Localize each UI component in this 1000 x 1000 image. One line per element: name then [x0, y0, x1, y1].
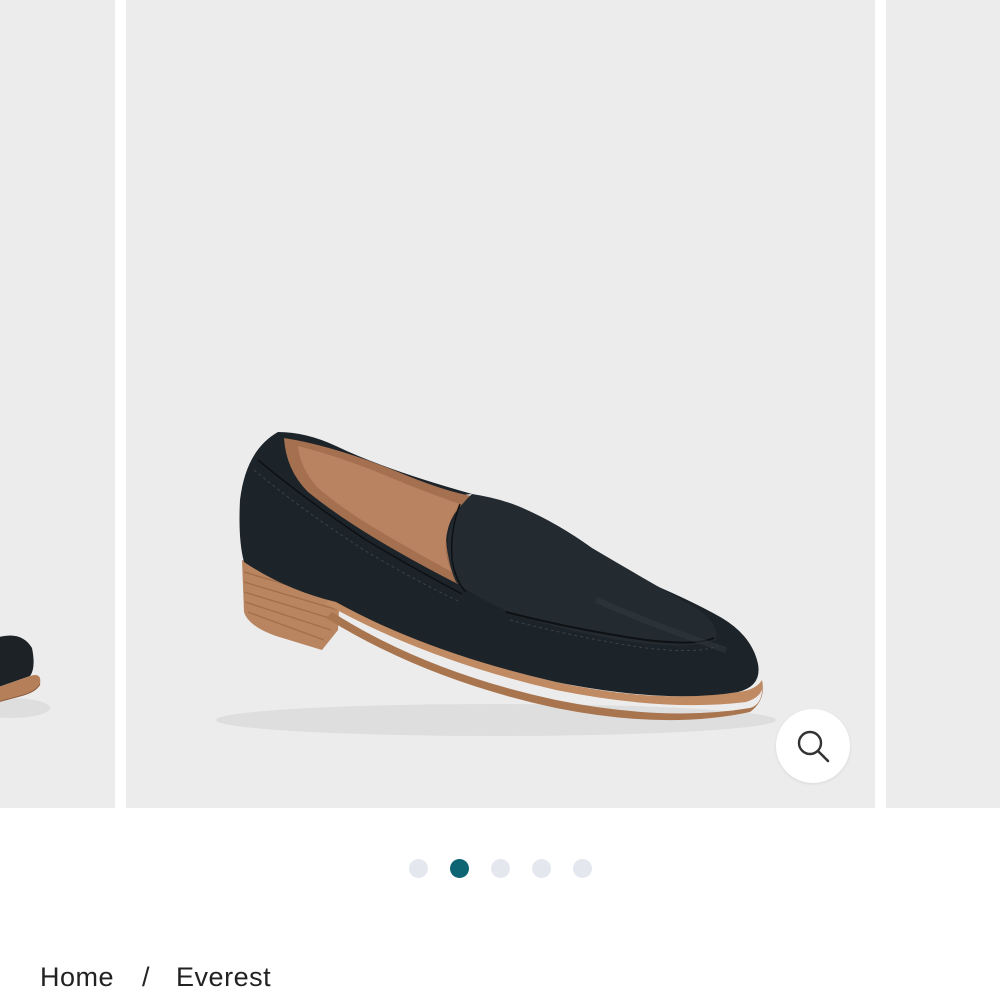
breadcrumb-separator: /: [142, 962, 151, 992]
carousel-indicators: [0, 858, 1000, 878]
product-page: Home / Everest: [0, 0, 1000, 1000]
carousel-slide-next[interactable]: [886, 0, 1000, 808]
carousel-dot-2[interactable]: [449, 858, 469, 878]
carousel-dot-3[interactable]: [490, 858, 510, 878]
loafer-side-view-image: [0, 635, 50, 718]
breadcrumb-current: Everest: [176, 962, 272, 992]
carousel-dot-4[interactable]: [531, 858, 551, 878]
carousel-dot-1[interactable]: [408, 858, 428, 878]
loafer-alternate-view-image: [886, 0, 1000, 808]
carousel-slide-previous[interactable]: [0, 0, 115, 808]
loafer-three-quarter-view-image: [216, 432, 776, 736]
carousel-dot-5[interactable]: [572, 858, 592, 878]
breadcrumb: Home / Everest: [40, 962, 271, 993]
product-image-carousel[interactable]: [0, 0, 1000, 808]
carousel-slide-current[interactable]: [126, 0, 875, 808]
search-icon: [797, 730, 830, 763]
breadcrumb-home-link[interactable]: Home: [40, 962, 114, 993]
zoom-button[interactable]: [776, 709, 850, 783]
